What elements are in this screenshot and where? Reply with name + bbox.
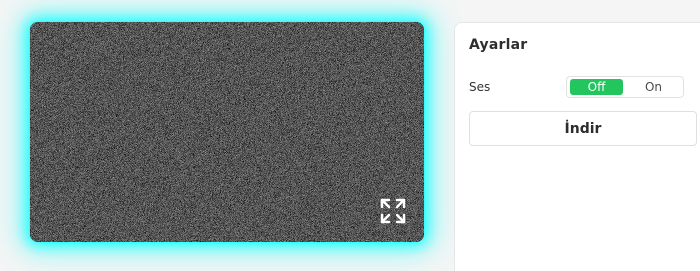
video-player[interactable] [30,22,424,242]
sound-setting-row: Ses Off On [469,76,686,98]
settings-panel: Ayarlar Ses Off On İndir [454,22,700,271]
panel-title: Ayarlar [469,37,528,53]
download-button[interactable]: İndir [469,111,697,146]
sound-on-button[interactable]: On [627,79,680,95]
static-noise-video [30,22,424,242]
sound-off-button[interactable]: Off [570,79,623,95]
sound-label: Ses [469,80,491,94]
fullscreen-button[interactable] [378,196,408,226]
sound-toggle[interactable]: Off On [566,76,684,98]
expand-icon [380,198,406,224]
